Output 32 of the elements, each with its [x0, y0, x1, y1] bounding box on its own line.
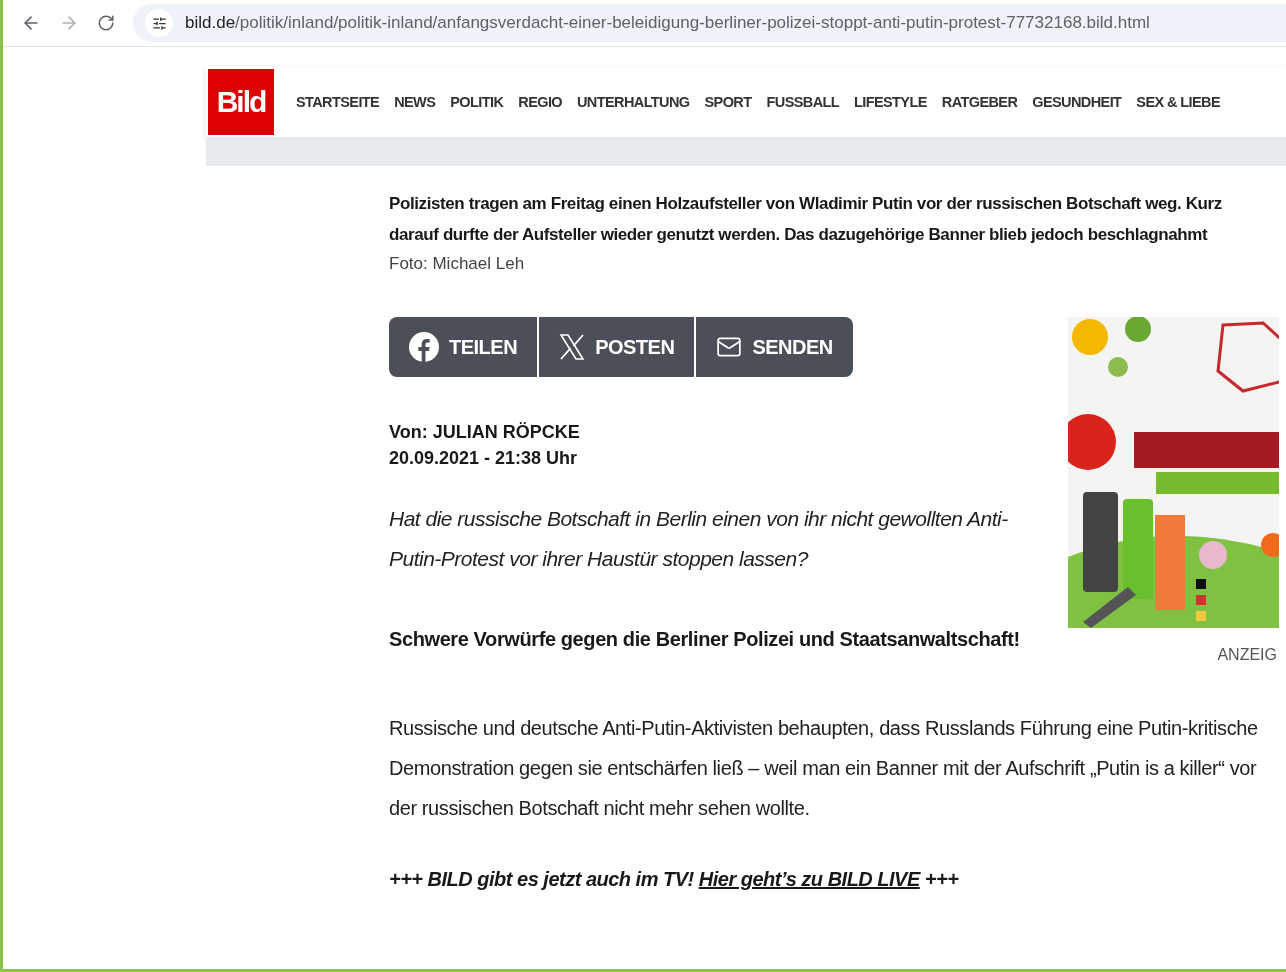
url-text: bild.de/politik/inland/politik-inland/anfangsverdacht-einer-beleidigung-berliner-polizei-stoppt-anti-putin-protest-77732168.bild.html: [185, 13, 1150, 33]
reload-button[interactable]: [97, 14, 115, 32]
nav-link[interactable]: REGIO: [518, 94, 562, 110]
photo-credit: Foto: Michael Leh: [389, 253, 526, 275]
ad-label: ANZEIG: [1217, 646, 1277, 664]
share-button[interactable]: POSTEN: [539, 317, 695, 377]
nav-link[interactable]: UNTERHALTUNG: [577, 94, 690, 110]
lede: Hat die russische Botschaft in Berlin einen von ihr nicht gewollten Anti-Putin-Protest vor ihrer Haustür stoppen lassen?: [389, 506, 1009, 572]
promo-line: +++ BILD gibt es jetzt auch im TV! Hier geht’s zu BILD LIVE +++: [389, 868, 960, 891]
nav-link[interactable]: RATGEBER: [941, 94, 1018, 110]
author: Von: JULIAN RÖPCKE: [389, 421, 581, 444]
nav-link[interactable]: STARTSEITE: [296, 94, 380, 110]
nav-link[interactable]: FUSSBALL: [766, 94, 840, 110]
photo-caption: Polizisten tragen am Freitag einen Holzaufsteller von Wladimir Putin vor der russischen Botschaft weg. Kurz darauf durfte der Aufsteller wieder genutzt werden. Das dazugehörige Banner blieb jedoch beschlagnahmt: [389, 193, 1223, 246]
share-button[interactable]: SENDEN: [696, 317, 853, 377]
nav-link[interactable]: LIFESTYLE: [854, 94, 927, 110]
logo[interactable]: Bild: [206, 67, 276, 137]
nav-link[interactable]: GESUNDHEIT: [1032, 94, 1122, 110]
nav-link[interactable]: NEWS: [394, 94, 436, 110]
date: 20.09.2021 - 21:38 Uhr: [389, 447, 579, 470]
nav-link[interactable]: SPORT: [704, 94, 752, 110]
site-settings-icon[interactable]: [145, 9, 173, 37]
mail-icon: [716, 334, 743, 360]
x-icon: [559, 334, 586, 360]
body-paragraph: Russische und deutsche Anti-Putin-Aktivisten behaupten, dass Russlands Führung eine Putin-kritische Demonstration gegen sie entschärfen ließ – weil man ein Banner mit der Aufschrift „Putin is a killer“ vor der russischen Botschaft nicht mehr sehen wollte.: [389, 716, 1259, 821]
facebook-icon: [409, 332, 439, 362]
nav-link[interactable]: SEX & LIEBE: [1136, 94, 1220, 110]
live-link[interactable]: Hier geht’s zu BILD LIVE: [698, 868, 920, 890]
share-button[interactable]: TEILEN: [389, 317, 538, 377]
subheading: Schwere Vorwürfe gegen die Berliner Polizei und Staatsanwaltschaft!: [389, 627, 1021, 652]
address-bar[interactable]: bild.de/politik/inland/politik-inland/anfangsverdacht-einer-beleidigung-berliner-polizei-stoppt-anti-putin-protest-77732168.bild.html: [133, 4, 1286, 42]
nav-link[interactable]: POLITIK: [450, 94, 504, 110]
